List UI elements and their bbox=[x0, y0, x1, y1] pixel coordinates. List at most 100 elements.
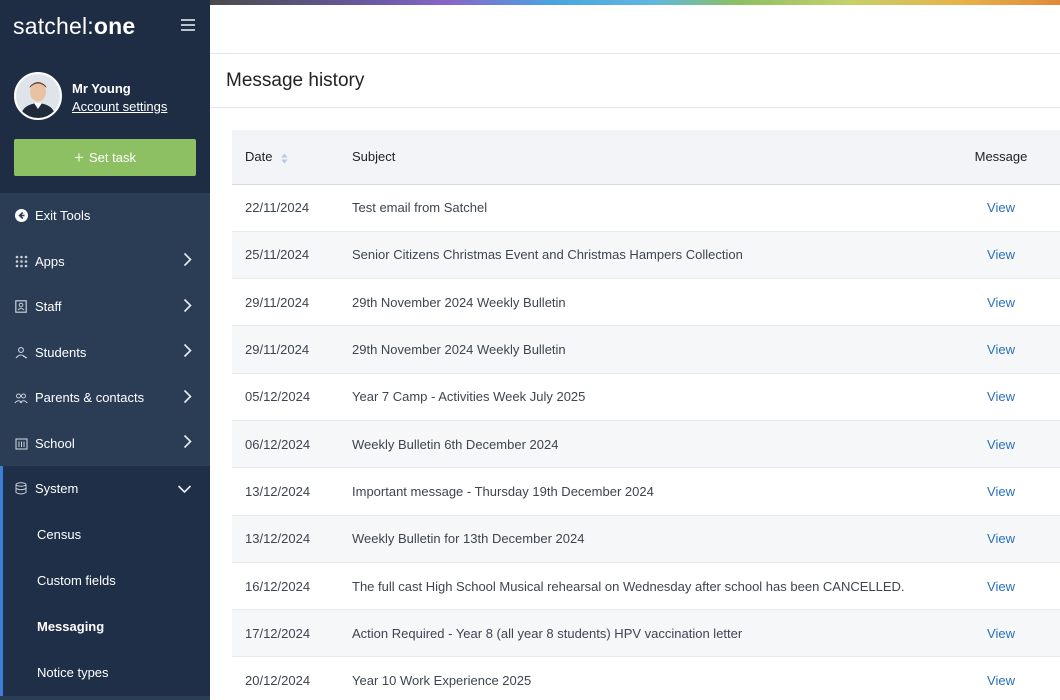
row-message-cell: View bbox=[942, 279, 1060, 326]
row-date: 29/11/2024 bbox=[245, 342, 310, 358]
nav-label: Exit Tools bbox=[35, 208, 91, 224]
sort-icon[interactable] bbox=[281, 152, 288, 164]
view-message-link[interactable]: View bbox=[987, 579, 1015, 594]
row-date: 06/12/2024 bbox=[245, 436, 311, 452]
row-date: 05/12/2024 bbox=[245, 389, 311, 405]
table-row: 06/12/2024 Weekly Bulletin 6th December 2… bbox=[232, 420, 1060, 468]
chevron-right-icon bbox=[183, 389, 192, 407]
message-history-table: Date Subject Message 22/11/2024 Test emai… bbox=[232, 130, 1060, 700]
view-message-link[interactable]: View bbox=[987, 626, 1015, 641]
avatar[interactable] bbox=[14, 72, 62, 120]
nav-label: School bbox=[35, 435, 75, 451]
table-row: 29/11/2024 29th November 2024 Weekly Bull… bbox=[232, 325, 1060, 374]
building-icon bbox=[14, 436, 28, 450]
row-subject: 29th November 2024 Weekly Bulletin bbox=[352, 294, 566, 310]
sub-item-messaging[interactable]: Messaging bbox=[3, 604, 210, 650]
row-message-cell: View bbox=[942, 657, 1060, 700]
chevron-right-icon bbox=[183, 252, 192, 270]
row-subject: The full cast High School Musical rehear… bbox=[352, 578, 905, 594]
table-body: 22/11/2024 Test email from Satchel View 25/… bbox=[232, 184, 1060, 700]
view-message-link[interactable]: View bbox=[987, 484, 1015, 499]
chevron-right-icon bbox=[183, 298, 192, 316]
sidebar-nav: Exit Tools Apps Staff Students Parents &… bbox=[0, 193, 210, 696]
set-task-button[interactable]: + Set task bbox=[14, 139, 196, 176]
row-subject: Weekly Bulletin 6th December 2024 bbox=[352, 436, 559, 452]
sub-item-census[interactable]: Census bbox=[3, 512, 210, 558]
table-row: 29/11/2024 29th November 2024 Weekly Bull… bbox=[232, 279, 1060, 326]
table-row: 25/11/2024 Senior Citizens Christmas Even… bbox=[232, 231, 1060, 279]
row-date: 16/12/2024 bbox=[245, 578, 311, 594]
view-message-link[interactable]: View bbox=[987, 389, 1015, 404]
row-message-cell: View bbox=[942, 515, 1060, 562]
view-message-link[interactable]: View bbox=[987, 247, 1015, 262]
set-task-label: Set task bbox=[88, 150, 136, 165]
brand-name-bold: one bbox=[93, 12, 136, 39]
row-subject: Test email from Satchel bbox=[352, 200, 488, 216]
top-header bbox=[210, 5, 1060, 54]
nav-item-school[interactable]: School bbox=[0, 421, 210, 467]
app: satchel:one Mr Young Account settings + … bbox=[0, 0, 1060, 700]
nav-label: Staff bbox=[35, 299, 62, 315]
row-message-cell: View bbox=[942, 610, 1060, 657]
row-message-cell: View bbox=[942, 231, 1060, 278]
row-message-cell: View bbox=[942, 184, 1060, 231]
column-header-date[interactable]: Date bbox=[232, 130, 352, 184]
view-message-link[interactable]: View bbox=[987, 531, 1015, 546]
view-message-link[interactable]: View bbox=[987, 200, 1015, 215]
nav-item-students[interactable]: Students bbox=[0, 330, 210, 376]
column-header-date-label: Date bbox=[245, 149, 273, 165]
page-title: Message history bbox=[226, 69, 365, 91]
row-date: 17/12/2024 bbox=[245, 625, 311, 641]
nav-item-parents-contacts[interactable]: Parents & contacts bbox=[0, 375, 210, 421]
column-header-message: Message bbox=[974, 149, 1028, 165]
nav-label: Parents & contacts bbox=[35, 390, 145, 406]
database-icon bbox=[14, 482, 28, 496]
nav-item-staff[interactable]: Staff bbox=[0, 284, 210, 330]
account-settings-link[interactable]: Account settings bbox=[72, 99, 167, 114]
row-date: 25/11/2024 bbox=[245, 247, 310, 263]
brand-name-light: satchel: bbox=[13, 12, 94, 39]
sub-item-custom-fields[interactable]: Custom fields bbox=[3, 558, 210, 604]
column-header-subject: Subject bbox=[352, 149, 396, 165]
nav-label: System bbox=[35, 481, 79, 497]
grid-dots-icon bbox=[14, 254, 28, 268]
sidebar-header: satchel:one Mr Young Account settings + … bbox=[0, 0, 210, 193]
student-icon bbox=[14, 345, 28, 359]
table-row: 05/12/2024 Year 7 Camp - Activities Week … bbox=[232, 373, 1060, 421]
brand-row: satchel:one bbox=[0, 0, 210, 52]
chevron-down-icon bbox=[177, 481, 192, 496]
row-date: 29/11/2024 bbox=[245, 294, 310, 310]
row-subject: 29th November 2024 Weekly Bulletin bbox=[352, 342, 566, 358]
row-message-cell: View bbox=[942, 373, 1060, 420]
hamburger-icon[interactable] bbox=[181, 19, 195, 31]
row-subject: Action Required - Year 8 (all year 8 stu… bbox=[352, 625, 743, 641]
nav-label: Apps bbox=[35, 253, 65, 269]
table-row: 16/12/2024 The full cast High School Musi… bbox=[232, 562, 1060, 610]
sub-item-notice-types[interactable]: Notice types bbox=[3, 650, 210, 696]
row-subject: Year 7 Camp - Activities Week July 2025 bbox=[352, 389, 586, 405]
brand-logo[interactable]: satchel:one bbox=[13, 13, 135, 40]
system-submenu: Census Custom fields Messaging Notice ty… bbox=[0, 511, 210, 696]
table-row: 17/12/2024 Action Required - Year 8 (all … bbox=[232, 609, 1060, 657]
row-date: 13/12/2024 bbox=[245, 483, 311, 499]
table-row: 13/12/2024 Weekly Bulletin for 13th Decem… bbox=[232, 515, 1060, 563]
view-message-link[interactable]: View bbox=[987, 673, 1015, 688]
row-subject: Year 10 Work Experience 2025 bbox=[352, 673, 532, 689]
view-message-link[interactable]: View bbox=[987, 342, 1015, 357]
view-message-link[interactable]: View bbox=[987, 295, 1015, 310]
chevron-right-icon bbox=[183, 343, 192, 361]
view-message-link[interactable]: View bbox=[987, 437, 1015, 452]
table-header-row: Date Subject Message bbox=[232, 130, 1060, 184]
row-message-cell: View bbox=[942, 562, 1060, 609]
nav-item-apps[interactable]: Apps bbox=[0, 239, 210, 285]
profile-name: Mr Young bbox=[72, 80, 131, 96]
chevron-right-icon bbox=[183, 434, 192, 452]
table-row: 13/12/2024 Important message - Thursday 1… bbox=[232, 468, 1060, 516]
id-badge-icon bbox=[14, 300, 28, 314]
sidebar: satchel:one Mr Young Account settings + … bbox=[0, 0, 210, 700]
page-title-bar: Message history bbox=[210, 54, 1060, 108]
plus-icon: + bbox=[74, 147, 84, 167]
nav-item-exit-tools[interactable]: Exit Tools bbox=[0, 193, 210, 239]
table-row: 22/11/2024 Test email from Satchel View bbox=[232, 184, 1060, 232]
nav-item-system[interactable]: System bbox=[0, 466, 210, 512]
